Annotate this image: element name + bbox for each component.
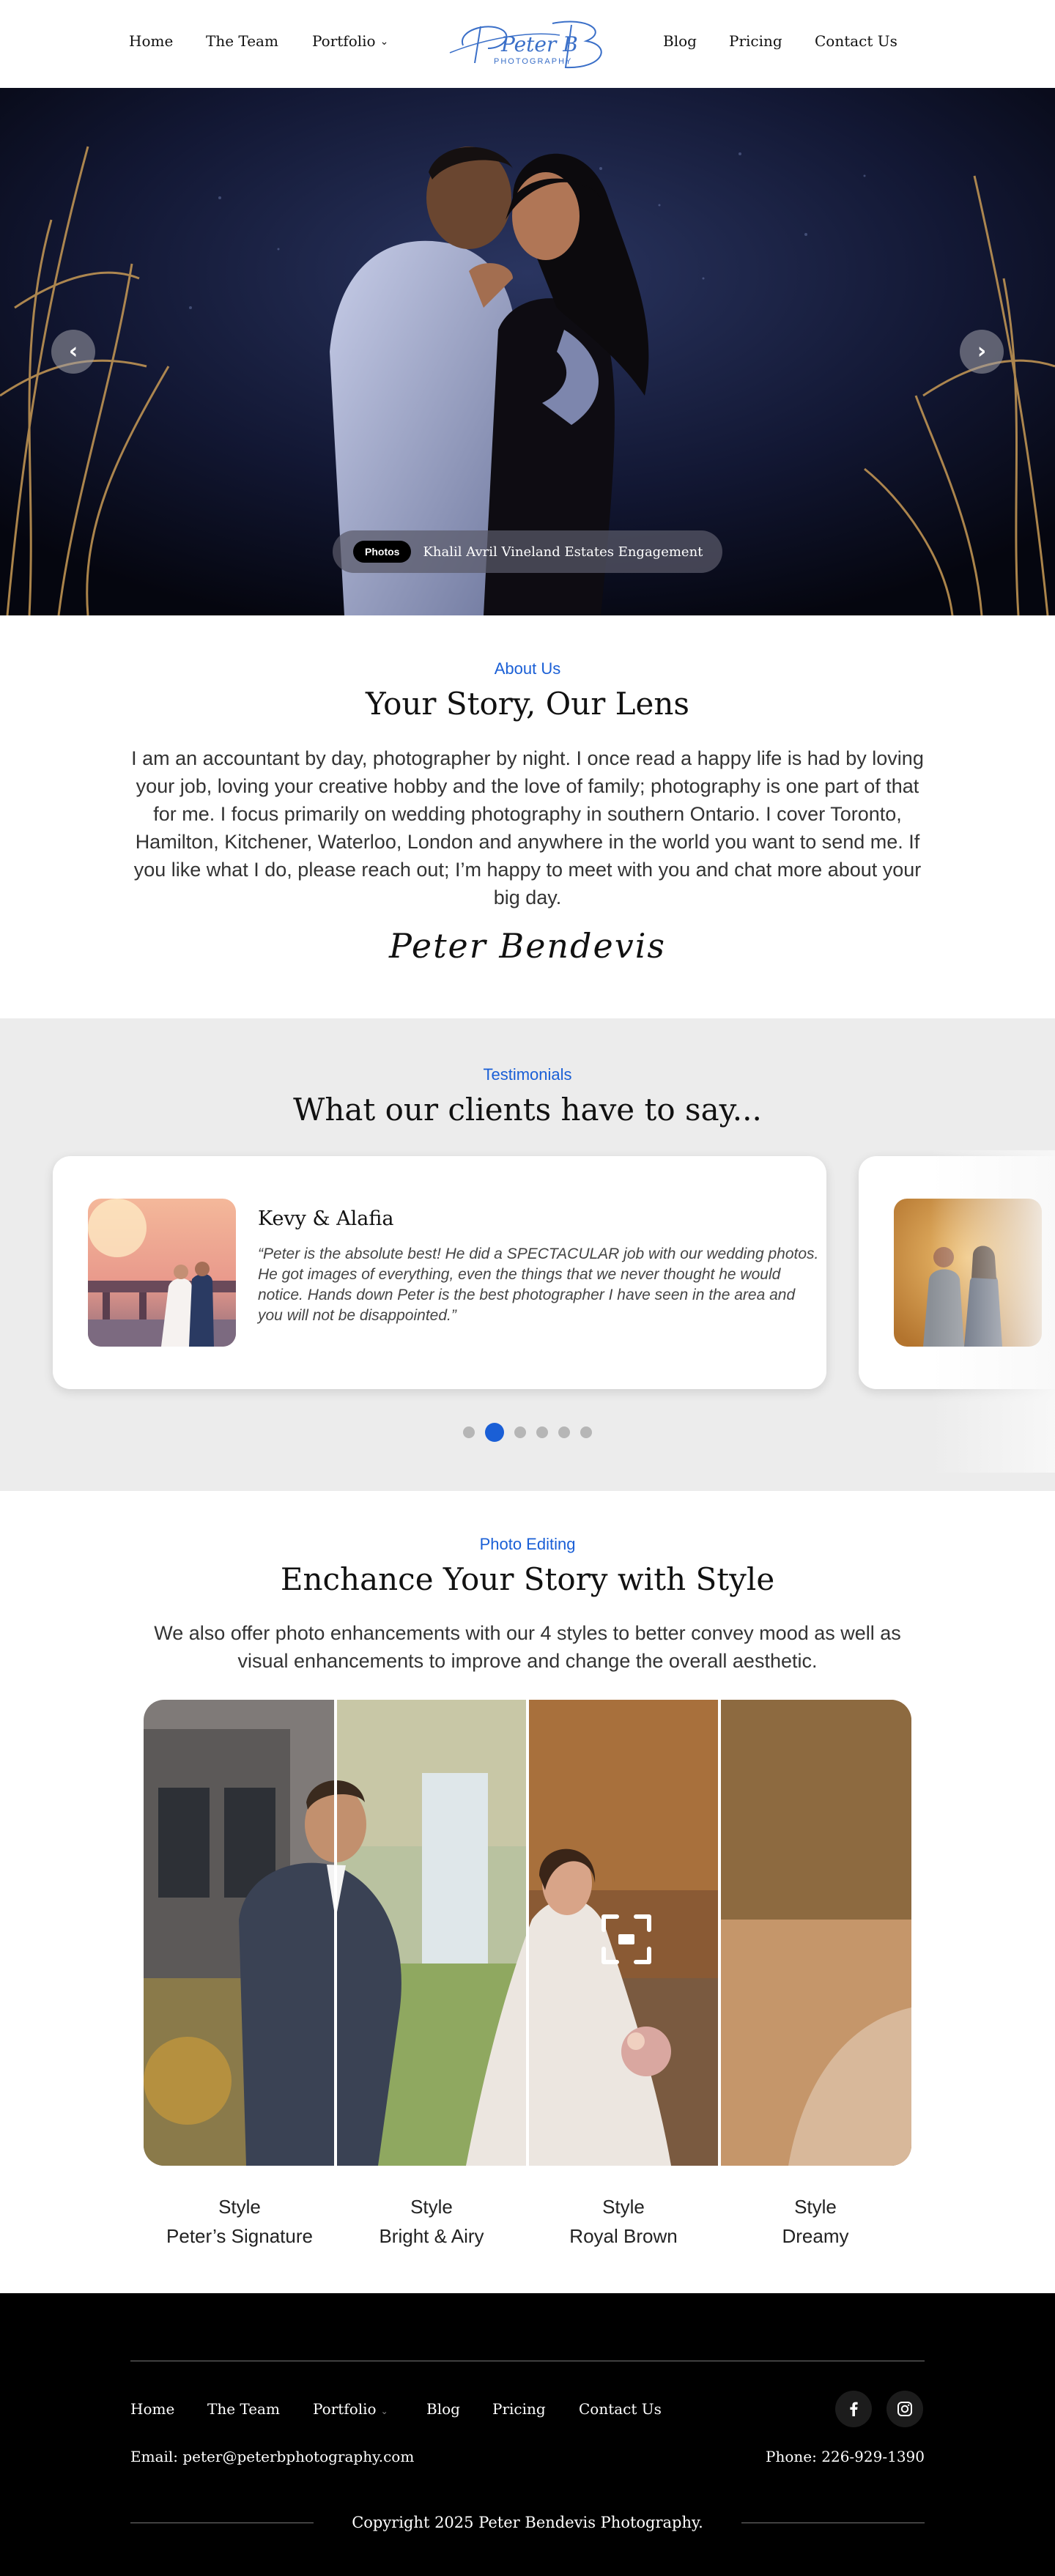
carousel-dot[interactable] (463, 1426, 475, 1438)
footer-phone[interactable]: Phone: 226-929-1390 (766, 2448, 925, 2465)
testimonial-photo (88, 1199, 236, 1347)
testimonials-heading: What our clients have to say... (293, 1092, 762, 1128)
testimonials-section: Testimonials What our clients have to sa… (0, 1018, 1055, 1491)
nav-portfolio-link[interactable]: Portfolio ⌄ (312, 32, 388, 50)
logo-script: Peter B (501, 32, 578, 56)
testimonial-name: Kevy & Alafia (258, 1207, 394, 1230)
site-footer: Home The Team Portfolio ⌄ Blog Pricing Co… (0, 2293, 1055, 2576)
footer-blog-link[interactable]: Blog (426, 2400, 460, 2418)
chevron-down-icon: ⌄ (380, 2406, 388, 2416)
about-heading: Your Story, Our Lens (366, 686, 689, 722)
carousel-dot[interactable] (514, 1426, 526, 1438)
style-label-name: Royal Brown (569, 2225, 678, 2247)
hero-category-badge: Photos (353, 541, 412, 563)
instagram-icon (897, 2402, 912, 2416)
chevron-right-icon: › (977, 338, 987, 364)
nav-pricing-link[interactable]: Pricing (729, 32, 782, 50)
carousel-dot[interactable] (485, 1423, 504, 1442)
carousel-pagination (0, 1423, 1055, 1442)
instagram-link[interactable] (886, 2391, 923, 2427)
nav-home-link[interactable]: Home (129, 32, 173, 50)
about-section: About Us Your Story, Our Lens I am an ac… (0, 615, 1055, 1018)
about-paragraph: I am an accountant by day, photographer … (131, 747, 924, 908)
expand-icon[interactable] (601, 1914, 652, 1965)
chevron-down-icon: ⌄ (380, 36, 389, 48)
nav-blog-link[interactable]: Blog (663, 32, 697, 50)
editing-paragraph: We also offer photo enhancements with ou… (154, 1622, 901, 1672)
style-label-dreamy[interactable]: Style Dreamy (719, 2192, 911, 2251)
nav-portfolio-label: Portfolio (312, 32, 376, 50)
footer-portfolio-label: Portfolio (313, 2400, 377, 2418)
hero-caption-title: Khalil Avril Vineland Estates Engagement (423, 544, 703, 560)
footer-home-link[interactable]: Home (130, 2400, 174, 2418)
style-label-bright-airy[interactable]: Style Bright & Airy (336, 2192, 528, 2251)
chevron-left-icon: ‹ (68, 338, 78, 364)
testimonial-quote: “Peter is the absolute best! He did a SP… (258, 1246, 819, 1324)
editing-heading: Enchance Your Story with Style (280, 1561, 775, 1597)
style-label-prefix: Style (602, 2196, 645, 2218)
footer-contact-link[interactable]: Contact Us (579, 2400, 662, 2418)
editing-eyebrow: Photo Editing (479, 1535, 576, 1553)
signature: Peter Bendevis (388, 926, 667, 966)
footer-team-link[interactable]: The Team (207, 2400, 280, 2418)
nav-contact-link[interactable]: Contact Us (815, 32, 897, 50)
photo-editing-section: Photo Editing Enchance Your Story with S… (0, 1491, 1055, 2293)
carousel-dot[interactable] (536, 1426, 548, 1438)
nav-team-link[interactable]: The Team (206, 32, 278, 50)
facebook-link[interactable] (835, 2391, 872, 2427)
about-eyebrow: About Us (494, 659, 561, 678)
style-label-signature[interactable]: Style Peter’s Signature (144, 2192, 336, 2251)
hero-next-button[interactable]: › (960, 330, 1004, 374)
carousel-dot[interactable] (558, 1426, 570, 1438)
style-label-prefix: Style (794, 2196, 837, 2218)
hero-caption-pill[interactable]: Photos Khalil Avril Vineland Estates Eng… (333, 530, 722, 573)
style-comparison-image[interactable] (144, 1700, 911, 2166)
logo-subtext: PHOTOGRAPHY (494, 57, 573, 66)
site-logo[interactable]: Peter B PHOTOGRAPHY (443, 16, 612, 72)
footer-pricing-link[interactable]: Pricing (492, 2400, 546, 2418)
hero-slider[interactable]: ‹ › Photos Khalil Avril Vineland Estates… (0, 88, 1055, 615)
style-label-royal-brown[interactable]: Style Royal Brown (528, 2192, 719, 2251)
footer-copyright: Copyright 2025 Peter Bendevis Photograph… (352, 2514, 703, 2531)
carousel-dot[interactable] (580, 1426, 592, 1438)
facebook-icon (850, 2402, 858, 2416)
testimonial-card[interactable]: Kevy & Alafia “Peter is the absolute bes… (53, 1156, 826, 1389)
style-label-name: Dreamy (782, 2225, 849, 2247)
style-label-prefix: Style (218, 2196, 261, 2218)
style-label-name: Peter’s Signature (166, 2225, 313, 2247)
style-label-name: Bright & Airy (379, 2225, 484, 2247)
hero-prev-button[interactable]: ‹ (51, 330, 95, 374)
footer-portfolio-link[interactable]: Portfolio ⌄ (313, 2400, 388, 2418)
footer-email[interactable]: Email: peter@peterbphotography.com (130, 2448, 414, 2465)
top-navigation: Home The Team Portfolio ⌄ Peter B PHOTOGR… (0, 0, 1055, 88)
testimonials-eyebrow: Testimonials (483, 1065, 572, 1084)
style-label-prefix: Style (410, 2196, 453, 2218)
